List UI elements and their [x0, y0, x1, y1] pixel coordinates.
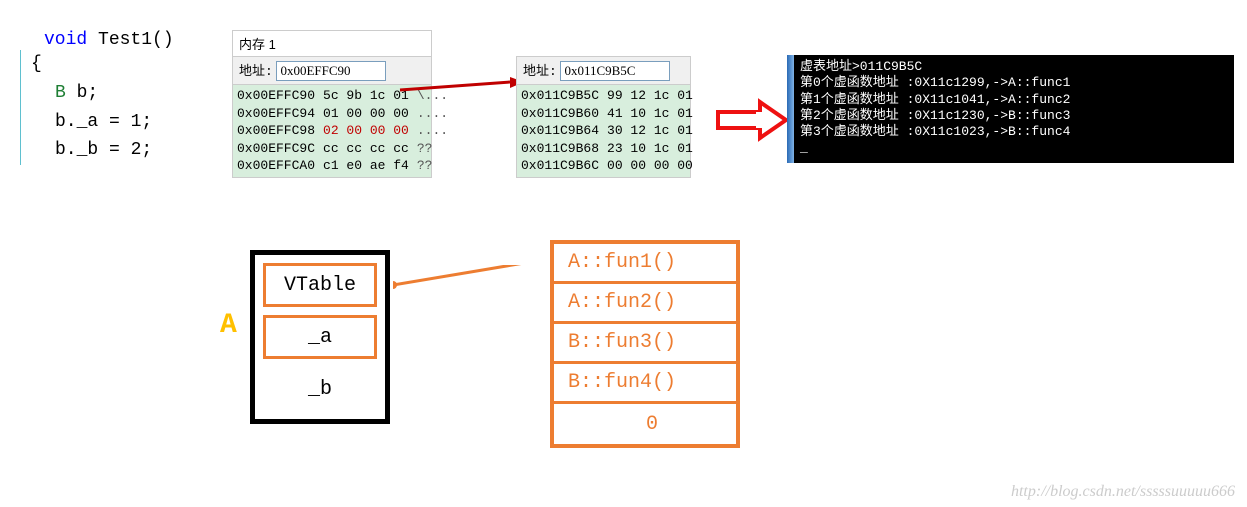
watermark: http://blog.csdn.net/sssssuuuuu666 [1011, 483, 1235, 501]
connector-vtable-to-table [393, 265, 553, 310]
obj-b-cell: _b [263, 367, 377, 411]
code-line-2: b._a = 1; [20, 108, 220, 137]
console-output: 虚表地址>011C9B5C 第0个虚函数地址 :0X11c1299,->A::f… [794, 55, 1234, 163]
memory-tab-1[interactable]: 内存 1 [233, 31, 431, 57]
addr-label: 地址: [523, 64, 557, 79]
arrow-mem1-to-mem2 [400, 80, 530, 115]
addr-input-2[interactable] [560, 61, 670, 81]
obj-vtable-cell: VTable [263, 263, 377, 307]
mem-row: 0x00EFFCA0c1 e0 ae f4?? [237, 157, 427, 175]
mem-row: 0x011C9B6041 10 1c 01 [521, 105, 686, 123]
mem-row: 0x00EFFC9802 00 00 00.... [237, 122, 427, 140]
mem-row: 0x00EFFC9401 00 00 00.... [237, 105, 427, 123]
code-brace: { [20, 50, 220, 79]
console-line: 第0个虚函数地址 :0X11c1299,->A::func1 [800, 75, 1228, 91]
vtable-list: A::fun1() A::fun2() B::fun3() B::fun4() … [550, 240, 740, 448]
code-signature: void Test1() [20, 30, 220, 50]
vtable-entry: A::fun2() [554, 284, 736, 324]
addr-label: 地址: [239, 64, 273, 79]
memory-addr-bar-2: 地址: [517, 57, 690, 85]
console-accent-bar [787, 55, 794, 163]
console-line: 第1个虚函数地址 :0X11c1041,->A::func2 [800, 92, 1228, 108]
obj-a-cell: _a [263, 315, 377, 359]
console-line: 第2个虚函数地址 :0X11c1230,->B::func3 [800, 108, 1228, 124]
console-line: 虚表地址>011C9B5C [800, 59, 1228, 75]
code-line-3: b._b = 2; [20, 136, 220, 165]
memory-body-2: 0x011C9B5C99 12 1c 01 0x011C9B6041 10 1c… [517, 85, 690, 177]
console-line: 第3个虚函数地址 :0X11c1023,->B::func4 [800, 124, 1228, 140]
arrow-mem2-to-console [718, 100, 788, 147]
vtable-entry: B::fun4() [554, 364, 736, 404]
object-box: VTable _a _b [250, 250, 390, 424]
mem-row: 0x011C9B5C99 12 1c 01 [521, 87, 686, 105]
mem-row: 0x00EFFC9Ccc cc cc cc?? [237, 140, 427, 158]
vtable-entry: A::fun1() [554, 244, 736, 284]
memory-panel-2: 地址: 0x011C9B5C99 12 1c 01 0x011C9B6041 1… [516, 56, 691, 178]
mem-row: 0x00EFFC905c 9b 1c 01\... [237, 87, 427, 105]
console-cursor: _ [800, 140, 1228, 156]
vtable-terminator: 0 [554, 404, 736, 444]
vtable-entry: B::fun3() [554, 324, 736, 364]
mem-row: 0x011C9B6823 10 1c 01 [521, 140, 686, 158]
code-panel: void Test1() { B b; b._a = 1; b._b = 2; [20, 30, 220, 165]
code-line-1: B b; [20, 79, 220, 108]
mem-row: 0x011C9B6C00 00 00 00 [521, 157, 686, 175]
mem-row: 0x011C9B6430 12 1c 01 [521, 122, 686, 140]
addr-input-1[interactable] [276, 61, 386, 81]
label-class-A: A [220, 310, 237, 341]
